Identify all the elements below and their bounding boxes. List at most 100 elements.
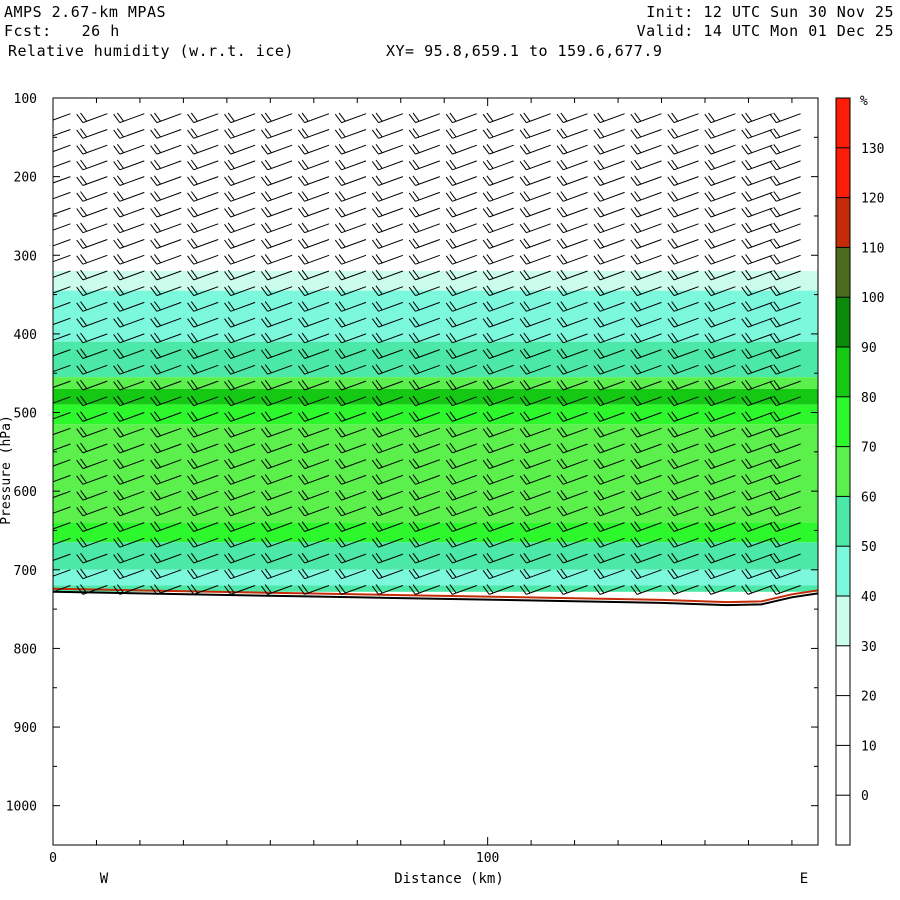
terrain-mask <box>53 587 818 845</box>
wind-barb <box>113 175 145 186</box>
colorbar-bin <box>836 297 850 347</box>
colorbar-bin <box>836 446 850 497</box>
wind-barb <box>113 222 145 234</box>
y-axis-label: Pressure (hPa) <box>0 415 14 525</box>
y-tick-label: 300 <box>14 249 37 264</box>
wind-barb <box>408 254 440 265</box>
wind-barb <box>371 159 404 171</box>
wind-barb <box>224 191 256 202</box>
wind-barb <box>741 144 773 155</box>
wind-barb <box>260 159 293 171</box>
wind-barb <box>445 238 477 249</box>
rh-layer <box>53 388 818 405</box>
wind-barb <box>150 112 182 124</box>
wind-barb <box>297 112 330 124</box>
wind-barb <box>704 175 736 186</box>
wind-barb <box>334 238 367 249</box>
colorbar-unit: % <box>860 94 868 109</box>
wind-barb <box>187 159 219 171</box>
y-tick-label: 100 <box>14 92 37 107</box>
wind-barb <box>53 223 71 231</box>
wind-barb <box>76 191 108 202</box>
wind-barb <box>260 191 293 202</box>
wind-barb <box>224 238 256 249</box>
wind-barb <box>224 144 256 155</box>
wind-barb <box>371 112 404 124</box>
wind-barb <box>667 206 699 218</box>
wind-barb <box>53 239 71 247</box>
wind-barb <box>593 159 625 171</box>
wind-barb <box>408 112 440 124</box>
wind-barb <box>224 206 256 218</box>
wind-barb <box>741 222 773 234</box>
wind-barb <box>556 254 588 265</box>
wind-barb <box>408 238 440 249</box>
wind-barb <box>741 206 773 218</box>
wind-barb <box>704 144 736 155</box>
colorbar: 0 10 20 30 40 50 60 70 80 90 100 110 120 130 <box>835 97 884 846</box>
wind-barb <box>334 112 367 124</box>
wind-barb <box>297 159 330 171</box>
wind-barb <box>297 238 330 249</box>
colorbar-tick-label: 0 <box>861 789 869 804</box>
wind-barb <box>704 222 736 234</box>
wind-barb <box>224 128 256 139</box>
colorbar-tick-label: 110 <box>861 241 884 256</box>
wind-barb <box>769 144 801 155</box>
colorbar-bin <box>836 197 850 248</box>
colorbar-tick-label: 90 <box>861 341 877 356</box>
rh-layer <box>53 424 818 492</box>
wind-barb <box>187 206 219 218</box>
colorbar-tick-label: 120 <box>861 192 884 207</box>
wind-barb <box>260 206 293 218</box>
wind-barb <box>667 238 699 249</box>
x-end-label-west: W <box>100 871 109 887</box>
wind-barb <box>334 254 367 265</box>
wind-barb <box>113 144 145 155</box>
wind-barb <box>187 144 219 155</box>
wind-barb <box>593 222 625 234</box>
wind-barb <box>445 112 477 124</box>
colorbar-tick-label: 60 <box>861 490 877 505</box>
wind-barb <box>260 112 293 124</box>
wind-barb <box>519 191 551 202</box>
wind-barb <box>53 113 71 121</box>
wind-barb <box>334 144 367 155</box>
wind-barb <box>667 128 699 139</box>
wind-barb <box>704 254 736 265</box>
wind-barb <box>667 222 699 234</box>
wind-barb <box>224 222 256 234</box>
wind-barb <box>741 175 773 186</box>
wind-barb <box>630 254 662 265</box>
wind-barb <box>593 206 625 218</box>
wind-barb <box>113 159 145 171</box>
wind-barb <box>334 128 367 139</box>
wind-barb <box>260 175 293 186</box>
wind-barb <box>334 191 367 202</box>
wind-barb <box>769 206 801 218</box>
wind-barb <box>113 191 145 202</box>
wind-barb <box>519 206 551 218</box>
wind-barb <box>593 191 625 202</box>
wind-barb <box>704 191 736 202</box>
y-tick-label: 900 <box>14 721 37 736</box>
wind-barb <box>445 254 477 265</box>
y-tick-label: 400 <box>14 328 37 343</box>
wind-barb <box>224 112 256 124</box>
wind-barb <box>445 191 477 202</box>
wind-barb <box>519 159 551 171</box>
wind-barb <box>150 191 182 202</box>
wind-barb <box>297 128 330 139</box>
wind-barb <box>630 144 662 155</box>
wind-barb <box>667 159 699 171</box>
wind-barb <box>667 191 699 202</box>
wind-barb <box>667 144 699 155</box>
wind-barb <box>769 175 801 186</box>
wind-barb <box>408 144 440 155</box>
wind-barb <box>556 206 588 218</box>
wind-barb <box>53 160 71 168</box>
wind-barb <box>630 112 662 124</box>
wind-barb <box>482 238 514 249</box>
wind-barb <box>445 206 477 218</box>
wind-barb <box>482 254 514 265</box>
